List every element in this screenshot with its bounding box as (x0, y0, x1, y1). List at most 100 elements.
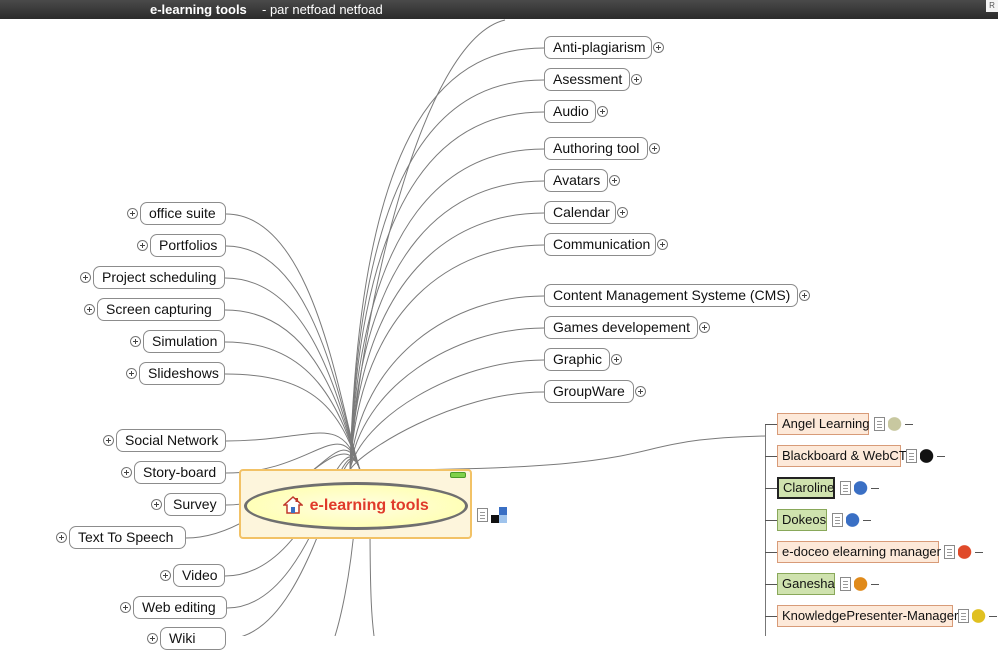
branch-link (349, 327, 545, 471)
branch-node-left[interactable]: Simulation (143, 330, 225, 353)
expand-icon[interactable] (147, 633, 158, 644)
branch-label: Avatars (553, 172, 601, 188)
note-icon[interactable] (477, 508, 488, 522)
platform-node[interactable]: Ganesha (777, 573, 835, 595)
pattern-icon (491, 507, 507, 523)
branch-node-right[interactable]: Avatars (544, 169, 608, 192)
platform-node[interactable]: Claroline (777, 477, 835, 499)
branch-node-left[interactable]: Text To Speech (69, 526, 186, 549)
platform-label: Claroline (783, 480, 835, 495)
platform-connector (765, 488, 777, 489)
branch-label: GroupWare (553, 383, 625, 399)
expand-icon[interactable] (611, 354, 622, 365)
platform-connector (765, 552, 777, 553)
expand-icon[interactable] (653, 42, 664, 53)
branch-link (349, 79, 545, 471)
expand-icon[interactable] (120, 602, 131, 613)
expand-icon[interactable] (649, 143, 660, 154)
note-icon[interactable] (906, 449, 917, 463)
expand-icon[interactable] (80, 272, 91, 283)
expand-icon[interactable] (127, 208, 138, 219)
platform-label: Ganesha (782, 576, 835, 591)
branch-label: Slideshows (148, 365, 219, 381)
branch-link (359, 435, 766, 471)
note-icon[interactable] (958, 609, 969, 623)
branch-label: Text To Speech (78, 529, 174, 545)
platform-connector (765, 520, 777, 521)
branch-link (224, 373, 361, 471)
platform-node[interactable]: Dokeos (777, 509, 827, 531)
root-node[interactable]: e-learning tools (239, 469, 472, 539)
expand-icon[interactable] (137, 240, 148, 251)
platform-tail (975, 552, 983, 553)
note-icon[interactable] (840, 577, 851, 591)
platform-tail (905, 424, 913, 425)
branch-link (349, 148, 545, 471)
branch-node-right[interactable]: Anti-plagiarism (544, 36, 652, 59)
branch-node-left[interactable]: Story-board (134, 461, 226, 484)
platform-node[interactable]: Angel Learning (777, 413, 869, 435)
branch-node-right[interactable]: Graphic (544, 348, 610, 371)
note-icon[interactable] (832, 513, 843, 527)
expand-icon[interactable] (160, 570, 171, 581)
branch-node-right[interactable]: Asessment (544, 68, 630, 91)
expand-icon[interactable] (126, 368, 137, 379)
branch-node-left[interactable]: Slideshows (139, 362, 225, 385)
branch-node-right[interactable]: GroupWare (544, 380, 634, 403)
branch-node-right[interactable]: Content Management Systeme (CMS) (544, 284, 798, 307)
branch-link (349, 19, 506, 471)
expand-icon[interactable] (635, 386, 646, 397)
expand-icon[interactable] (631, 74, 642, 85)
expand-icon[interactable] (799, 290, 810, 301)
branch-link (225, 245, 361, 471)
branch-node-left[interactable]: Web editing (133, 596, 227, 619)
branch-node-left[interactable]: Survey (164, 493, 226, 516)
platform-node[interactable]: KnowledgePresenter-Manager (777, 605, 958, 627)
branch-label: Audio (553, 103, 589, 119)
branch-link (349, 111, 545, 471)
expand-icon[interactable] (56, 532, 67, 543)
corner-stub[interactable]: R (986, 0, 998, 12)
expand-icon[interactable] (609, 175, 620, 186)
platform-node[interactable]: Blackboard & WebCT (777, 445, 907, 467)
branch-link (225, 213, 361, 471)
branch-label: Screen capturing (106, 301, 212, 317)
branch-link (349, 47, 545, 471)
platform-node[interactable]: e-doceo elearning manager (777, 541, 941, 563)
branch-label: Graphic (553, 351, 603, 367)
window-author: - par netfoad netfoad (262, 2, 383, 17)
branch-node-right[interactable]: Audio (544, 100, 596, 123)
note-icon[interactable] (874, 417, 885, 431)
branch-node-left[interactable]: Social Network (116, 429, 226, 452)
expand-icon[interactable] (151, 499, 162, 510)
branch-node-right[interactable]: Calendar (544, 201, 616, 224)
edoceo-logo-icon (958, 545, 974, 559)
expand-icon[interactable] (84, 304, 95, 315)
expand-icon[interactable] (597, 106, 608, 117)
root-drag-handle[interactable] (450, 472, 466, 478)
note-icon[interactable] (840, 481, 851, 495)
branch-node-left[interactable]: Wiki (160, 627, 226, 650)
branch-node-left[interactable]: Screen capturing (97, 298, 225, 321)
expand-icon[interactable] (699, 322, 710, 333)
branch-node-right[interactable]: Authoring tool (544, 137, 648, 160)
expand-icon[interactable] (657, 239, 668, 250)
branch-label: Portfolios (159, 237, 218, 253)
expand-icon[interactable] (103, 435, 114, 446)
branch-node-left[interactable]: Video (173, 564, 225, 587)
platform-tail (937, 456, 945, 457)
platform-tail (871, 584, 879, 585)
branch-link (349, 180, 545, 471)
branch-label: Asessment (553, 71, 623, 87)
expand-icon[interactable] (121, 467, 132, 478)
note-icon[interactable] (944, 545, 955, 559)
branch-node-right[interactable]: Communication (544, 233, 656, 256)
expand-icon[interactable] (130, 336, 141, 347)
branch-node-left[interactable]: Project scheduling (93, 266, 225, 289)
branch-node-right[interactable]: Games developement (544, 316, 698, 339)
branch-label: Wiki (169, 630, 196, 646)
branch-node-left[interactable]: Portfolios (150, 234, 226, 257)
branch-label: Simulation (152, 333, 218, 349)
expand-icon[interactable] (617, 207, 628, 218)
branch-node-left[interactable]: office suite (140, 202, 226, 225)
